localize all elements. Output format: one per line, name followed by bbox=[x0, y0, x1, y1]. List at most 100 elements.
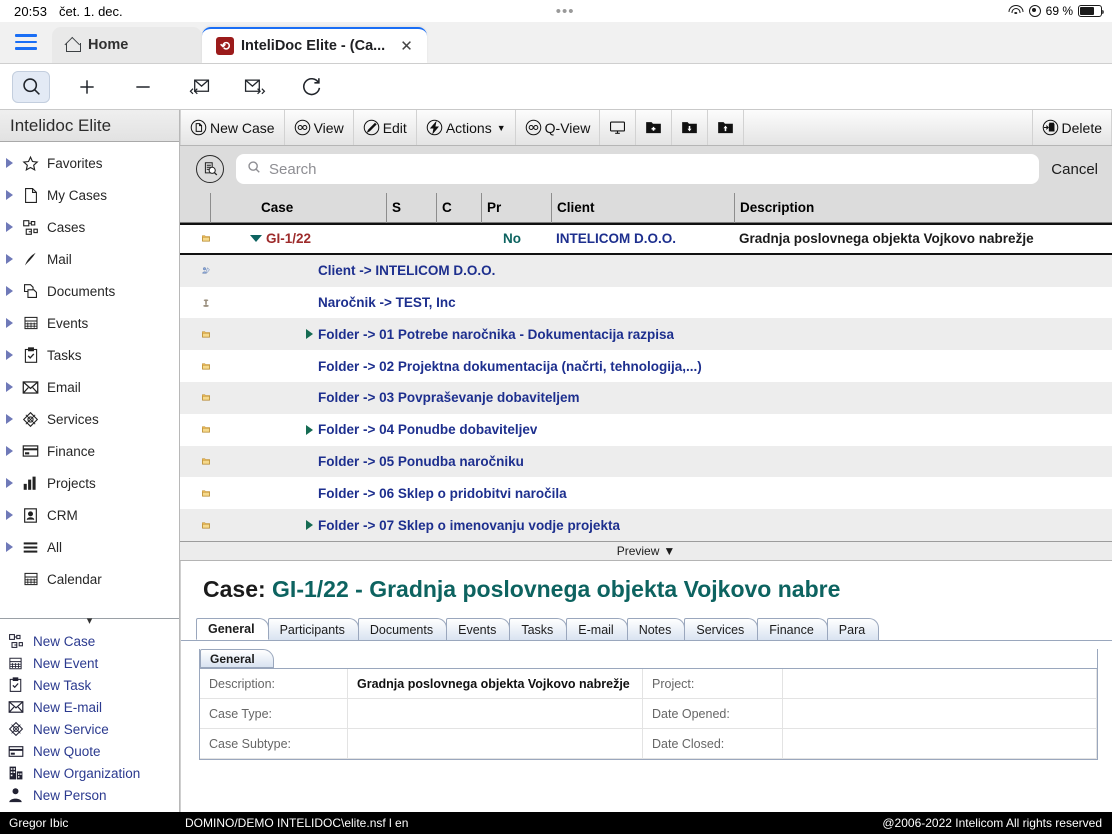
new-person-link[interactable]: New Person bbox=[6, 784, 179, 806]
new-email-link[interactable]: New E-mail bbox=[6, 696, 179, 718]
new-event-link[interactable]: New Event bbox=[6, 652, 179, 674]
sidebar-item-my-cases[interactable]: My Cases bbox=[0, 179, 179, 211]
delete-button[interactable]: Delete bbox=[1033, 110, 1112, 145]
new-quote-link[interactable]: New Quote bbox=[6, 740, 179, 762]
chevron-right-icon[interactable] bbox=[6, 254, 13, 264]
field-value-case-type[interactable] bbox=[348, 699, 643, 729]
search-icon[interactable] bbox=[12, 71, 50, 103]
tab-finance[interactable]: Finance bbox=[757, 618, 827, 640]
table-row[interactable]: Naročnik -> TEST, Inc bbox=[180, 287, 1112, 319]
doc-search-icon[interactable] bbox=[196, 155, 224, 183]
tab-tasks[interactable]: Tasks bbox=[509, 618, 567, 640]
chevron-right-icon[interactable] bbox=[6, 286, 13, 296]
search-input[interactable] bbox=[269, 161, 1028, 178]
chevron-right-icon[interactable] bbox=[6, 478, 13, 488]
field-value-date-opened[interactable] bbox=[783, 699, 1097, 729]
table-row[interactable]: Folder -> 07 Sklep o imenovanju vodje pr… bbox=[180, 509, 1112, 541]
tab-email[interactable]: E-mail bbox=[566, 618, 627, 640]
chevron-right-icon[interactable] bbox=[306, 329, 313, 339]
browser-tab-intelidoc[interactable]: ⟲ InteliDoc Elite - (Ca... ✕ bbox=[202, 27, 427, 63]
tab-participants[interactable]: Participants bbox=[268, 618, 359, 640]
sidebar-item-favorites[interactable]: Favorites bbox=[0, 147, 179, 179]
refresh-icon[interactable] bbox=[292, 71, 330, 103]
preview-toggle-bar[interactable]: Preview ▼ bbox=[180, 541, 1112, 561]
minus-icon[interactable] bbox=[124, 71, 162, 103]
table-row[interactable]: Folder -> 03 Povpraševanje dobaviteljem bbox=[180, 382, 1112, 414]
person-icon bbox=[6, 786, 25, 804]
cancel-search-button[interactable]: Cancel bbox=[1051, 161, 1098, 178]
table-row[interactable]: GI-1/22 No INTELICOM D.O.O. Gradnja posl… bbox=[180, 223, 1112, 255]
sidebar-item-services[interactable]: Services bbox=[0, 403, 179, 435]
chevron-right-icon[interactable] bbox=[6, 510, 13, 520]
sidebar-divider[interactable] bbox=[0, 618, 179, 628]
edit-button[interactable]: Edit bbox=[354, 110, 417, 145]
table-header-pr[interactable]: Pr bbox=[481, 193, 551, 223]
chevron-right-icon[interactable] bbox=[6, 382, 13, 392]
actions-menu-button[interactable]: Actions ▼ bbox=[417, 110, 516, 145]
sidebar-item-documents[interactable]: Documents bbox=[0, 275, 179, 307]
field-value-project[interactable] bbox=[783, 669, 1097, 699]
table-row[interactable]: Folder -> 05 Ponudba naročniku bbox=[180, 446, 1112, 478]
table-row[interactable]: Folder -> 04 Ponudbe dobaviteljev bbox=[180, 414, 1112, 446]
sidebar-item-all[interactable]: All bbox=[0, 531, 179, 563]
tab-documents[interactable]: Documents bbox=[358, 618, 447, 640]
sidebar-item-projects[interactable]: Projects bbox=[0, 467, 179, 499]
table-header-client[interactable]: Client bbox=[551, 193, 734, 223]
table-row[interactable]: Folder -> 01 Potrebe naročnika - Dokumen… bbox=[180, 318, 1112, 350]
field-value-case-subtype[interactable] bbox=[348, 729, 643, 759]
close-icon[interactable]: ✕ bbox=[392, 37, 413, 55]
mail-back-icon[interactable] bbox=[180, 71, 218, 103]
table-row[interactable]: Folder -> 02 Projektna dokumentacija (na… bbox=[180, 350, 1112, 382]
preview-label: Preview bbox=[617, 544, 660, 558]
panel-tab-general[interactable]: General bbox=[200, 649, 274, 668]
folder-up-button[interactable] bbox=[708, 110, 744, 145]
table-header-case[interactable]: Case bbox=[210, 193, 386, 223]
new-task-link[interactable]: New Task bbox=[6, 674, 179, 696]
view-button[interactable]: View bbox=[285, 110, 354, 145]
tab-parameters[interactable]: Para bbox=[827, 618, 879, 640]
new-service-link[interactable]: New Service bbox=[6, 718, 179, 740]
tab-events[interactable]: Events bbox=[446, 618, 510, 640]
chevron-right-icon[interactable] bbox=[6, 446, 13, 456]
table-row[interactable]: Folder -> 06 Sklep o pridobitvi naročila bbox=[180, 477, 1112, 509]
tab-general[interactable]: General bbox=[196, 618, 269, 640]
q-view-button[interactable]: Q-View bbox=[516, 110, 601, 145]
sidebar-item-calendar[interactable]: Calendar bbox=[0, 563, 179, 595]
table-header-s[interactable]: S bbox=[386, 193, 436, 223]
chevron-right-icon[interactable] bbox=[6, 318, 13, 328]
monitor-button[interactable] bbox=[600, 110, 636, 145]
field-value-description[interactable]: Gradnja poslovnega objekta Vojkovo nabre… bbox=[348, 669, 643, 699]
sidebar-item-crm[interactable]: CRM bbox=[0, 499, 179, 531]
folder-down-button[interactable] bbox=[672, 110, 708, 145]
tab-notes[interactable]: Notes bbox=[627, 618, 686, 640]
chevron-right-icon[interactable] bbox=[6, 158, 13, 168]
tab-services[interactable]: Services bbox=[684, 618, 758, 640]
table-header-description[interactable]: Description bbox=[734, 193, 1112, 223]
sidebar-item-mail[interactable]: Mail bbox=[0, 243, 179, 275]
new-organization-link[interactable]: New Organization bbox=[6, 762, 179, 784]
field-value-date-closed[interactable] bbox=[783, 729, 1097, 759]
plus-icon[interactable] bbox=[68, 71, 106, 103]
folder-new-button[interactable] bbox=[636, 110, 672, 145]
table-header-c[interactable]: C bbox=[436, 193, 481, 223]
browser-tab-home[interactable]: Home bbox=[52, 27, 202, 63]
chevron-down-icon[interactable] bbox=[250, 235, 262, 242]
new-case-button[interactable]: New Case bbox=[180, 110, 285, 145]
new-case-link[interactable]: New Case bbox=[6, 630, 179, 652]
chevron-right-icon[interactable] bbox=[6, 222, 13, 232]
chevron-right-icon[interactable] bbox=[306, 425, 313, 435]
hamburger-menu-icon[interactable] bbox=[0, 21, 52, 63]
chevron-right-icon[interactable] bbox=[6, 190, 13, 200]
chevron-right-icon[interactable] bbox=[6, 542, 13, 552]
sidebar-item-email[interactable]: Email bbox=[0, 371, 179, 403]
chevron-right-icon[interactable] bbox=[306, 520, 313, 530]
search-box[interactable] bbox=[236, 154, 1039, 184]
chevron-right-icon[interactable] bbox=[6, 350, 13, 360]
mail-forward-icon[interactable] bbox=[236, 71, 274, 103]
sidebar-item-events[interactable]: Events bbox=[0, 307, 179, 339]
sidebar-item-tasks[interactable]: Tasks bbox=[0, 339, 179, 371]
chevron-right-icon[interactable] bbox=[6, 414, 13, 424]
table-row[interactable]: Client -> INTELICOM D.O.O. bbox=[180, 255, 1112, 287]
sidebar-item-finance[interactable]: Finance bbox=[0, 435, 179, 467]
sidebar-item-cases[interactable]: Cases bbox=[0, 211, 179, 243]
